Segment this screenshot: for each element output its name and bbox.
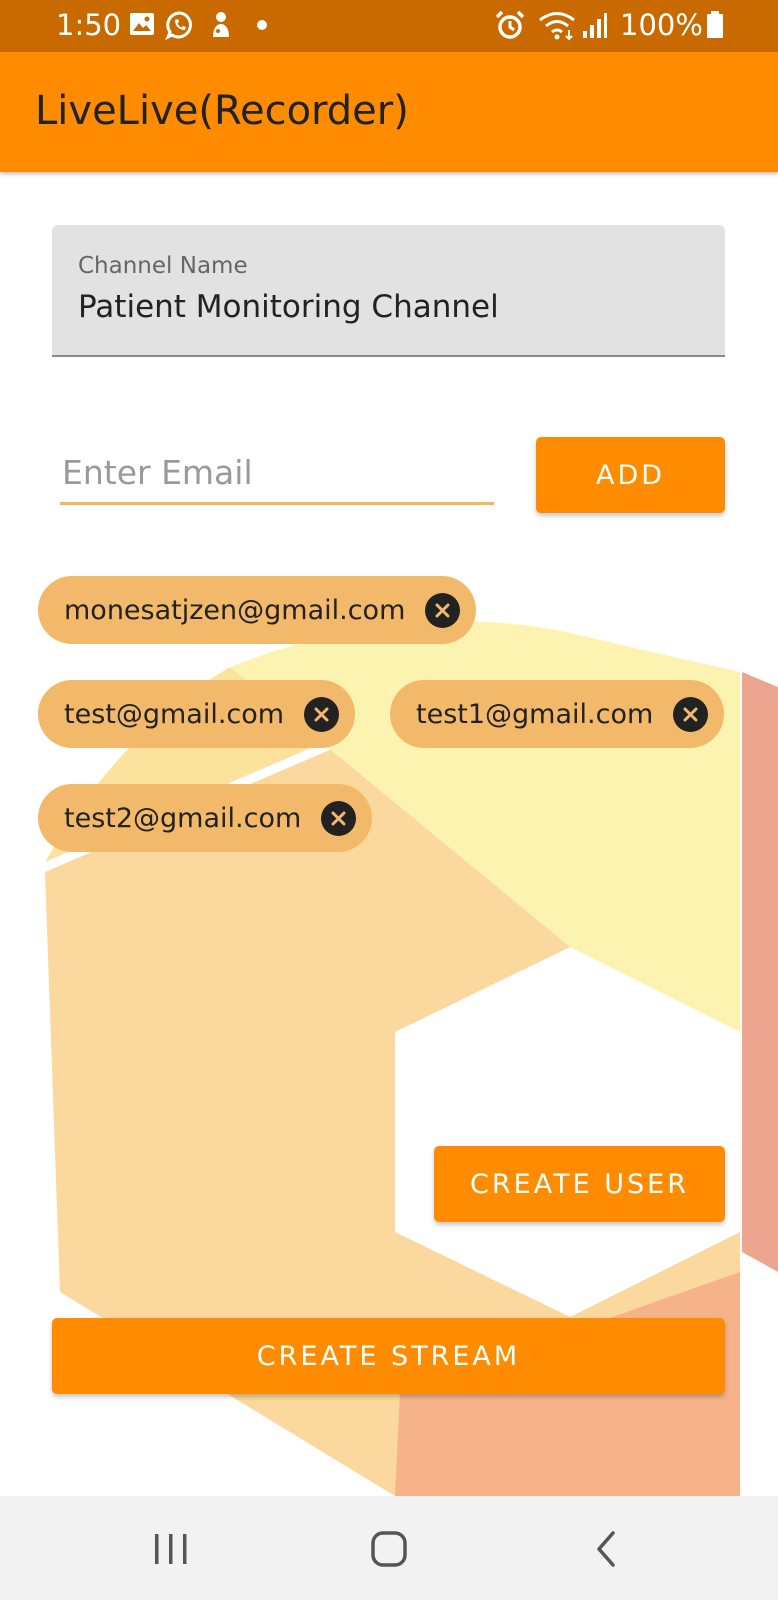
email-chip: test1@gmail.com [390, 680, 725, 748]
wifi-icon [539, 12, 575, 41]
email-chip: monesatjzen@gmail.com [38, 576, 477, 644]
email-chip: test@gmail.com [38, 680, 356, 748]
email-chip-label: test@gmail.com [64, 698, 285, 730]
add-email-button[interactable]: ADD [536, 437, 725, 513]
close-icon[interactable] [673, 696, 709, 732]
email-chip-label: test2@gmail.com [64, 802, 302, 834]
navigation-bar [0, 1496, 778, 1600]
create-stream-button[interactable]: CREATE STREAM [52, 1318, 725, 1394]
close-icon[interactable] [321, 800, 357, 836]
status-time: 1:50 [56, 8, 122, 42]
gallery-icon [130, 13, 154, 35]
main-content: Channel Name Patient Monitoring Channel … [0, 172, 778, 1496]
status-bar: 1:50 100% [0, 0, 778, 52]
email-chip-label: monesatjzen@gmail.com [64, 594, 406, 626]
channel-name-field[interactable]: Channel Name Patient Monitoring Channel [52, 225, 725, 357]
alarm-icon [495, 10, 525, 39]
signal-icon [583, 13, 607, 38]
dot-icon [257, 20, 267, 30]
create-user-button[interactable]: CREATE USER [434, 1146, 725, 1222]
app-title: LiveLive(Recorder) [35, 88, 409, 134]
channel-name-label: Channel Name [78, 253, 248, 279]
email-chip-label: test1@gmail.com [416, 698, 654, 730]
battery-icon [707, 11, 723, 38]
battery-percentage: 100% [620, 8, 703, 42]
notification-icon [213, 12, 229, 37]
close-icon[interactable] [425, 592, 461, 628]
whatsapp-icon [165, 11, 192, 40]
email-chip: test2@gmail.com [38, 784, 373, 852]
home-icon[interactable] [370, 1530, 408, 1568]
app-bar: LiveLive(Recorder) [0, 52, 778, 172]
channel-name-value[interactable]: Patient Monitoring Channel [78, 289, 499, 325]
email-input[interactable] [60, 450, 494, 505]
recent-apps-icon[interactable] [153, 1532, 189, 1566]
close-icon[interactable] [304, 696, 340, 732]
back-icon[interactable] [594, 1530, 618, 1568]
